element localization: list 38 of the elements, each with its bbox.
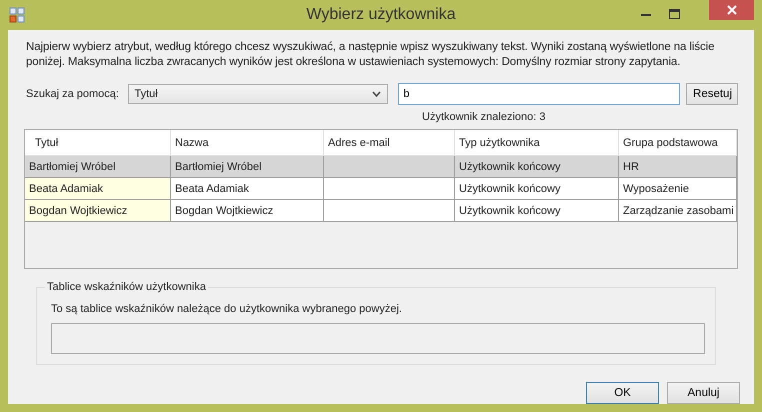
table-cell[interactable]: Bartłomiej Wróbel: [25, 156, 171, 178]
table-cell[interactable]: Bogdan Wojtkiewicz: [171, 200, 324, 222]
ok-button[interactable]: OK: [586, 382, 659, 404]
table-cell[interactable]: Zarządzanie zasobami: [619, 200, 737, 222]
app-icon: [9, 7, 25, 23]
attribute-dropdown[interactable]: Tytuł: [128, 84, 388, 104]
column-header[interactable]: Tytuł: [25, 130, 171, 156]
close-button[interactable]: [709, 0, 754, 20]
table-cell[interactable]: HR: [619, 156, 737, 178]
minimize-icon[interactable]: [641, 14, 651, 17]
close-icon: [726, 5, 736, 15]
description-text: Najpierw wybierz atrybut, według którego chcesz wyszukiwać, a następnie wpisz wyszukiwany tekst. Wyniki zostaną wyświetlone na liście poniżej. Maksymalna liczba zwracanych wyników jest określona w ustawieniach systemowych: Domyślny rozmiar strony zapytania.: [26, 40, 716, 70]
table-cell[interactable]: Bogdan Wojtkiewicz: [25, 200, 171, 222]
group-title: Tablice wskaźników użytkownika: [46, 281, 207, 293]
table-cell[interactable]: Beata Adamiak: [25, 178, 171, 200]
maximize-icon[interactable]: [669, 9, 680, 19]
column-header[interactable]: Grupa podstawowa: [619, 130, 737, 156]
table-cell[interactable]: Beata Adamiak: [171, 178, 324, 200]
table-cell[interactable]: Bartłomiej Wróbel: [171, 156, 324, 178]
result-count: Użytkownik znaleziono: 3: [422, 111, 547, 123]
reset-button[interactable]: Resetuj: [686, 83, 738, 105]
window-title: Wybierz użytkownika: [306, 6, 456, 24]
chevron-down-icon: [372, 91, 382, 97]
search-field[interactable]: b: [398, 83, 680, 105]
table-cell[interactable]: Użytkownik końcowy: [455, 156, 619, 178]
dashboards-list[interactable]: [51, 323, 705, 354]
column-header[interactable]: Typ użytkownika: [455, 130, 619, 156]
cancel-button[interactable]: Anuluj: [667, 382, 740, 404]
column-header[interactable]: Adres e-mail: [324, 130, 455, 156]
table-cell[interactable]: [324, 200, 455, 222]
table-cell[interactable]: Użytkownik końcowy: [455, 178, 619, 200]
column-header[interactable]: Nazwa: [171, 130, 324, 156]
table-cell[interactable]: [324, 178, 455, 200]
search-by-label: Szukaj za pomocą:: [26, 88, 120, 100]
dashboards-text: To są tablice wskaźników należące do użytkownika wybranego powyżej.: [51, 303, 403, 315]
table-cell[interactable]: Użytkownik końcowy: [455, 200, 619, 222]
table-cell[interactable]: [324, 156, 455, 178]
table-cell[interactable]: Wyposażenie: [619, 178, 737, 200]
